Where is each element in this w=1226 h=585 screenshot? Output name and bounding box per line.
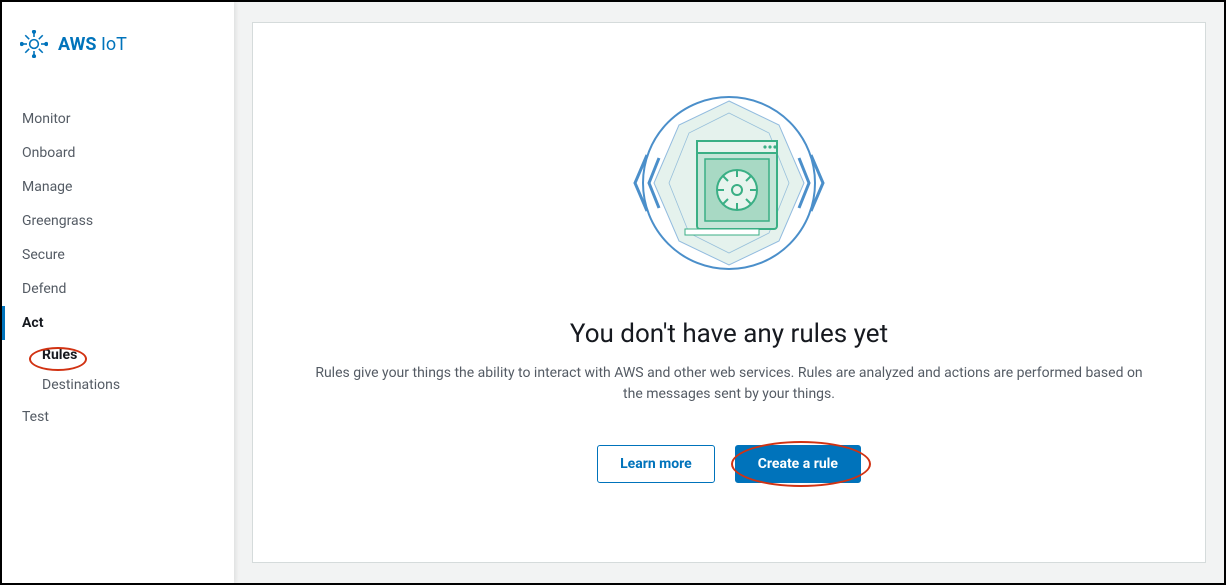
nav-item-onboard[interactable]: Onboard — [2, 136, 234, 170]
sidebar-nav: Monitor Onboard Manage Greengrass Secure… — [2, 82, 234, 434]
aws-iot-icon — [20, 30, 48, 58]
empty-state-title: You don't have any rules yet — [570, 319, 888, 349]
nav-item-manage[interactable]: Manage — [2, 170, 234, 204]
nav-item-test[interactable]: Test — [2, 400, 234, 434]
sidebar: AWS IoT Monitor Onboard Manage Greengras… — [2, 2, 234, 583]
nav-subitem-destinations[interactable]: Destinations — [2, 370, 234, 400]
sidebar-header: AWS IoT — [2, 2, 234, 82]
sidebar-title: AWS IoT — [58, 34, 127, 55]
learn-more-button[interactable]: Learn more — [597, 445, 715, 483]
nav-item-defend[interactable]: Defend — [2, 272, 234, 306]
nav-subitem-rules[interactable]: Rules — [2, 340, 234, 370]
nav-item-greengrass[interactable]: Greengrass — [2, 204, 234, 238]
nav-item-secure[interactable]: Secure — [2, 238, 234, 272]
nav-item-act[interactable]: Act — [2, 306, 234, 340]
main-content: You don't have any rules yet Rules give … — [234, 2, 1224, 583]
create-rule-button[interactable]: Create a rule — [735, 445, 861, 483]
empty-state-description: Rules give your things the ability to in… — [309, 363, 1149, 405]
button-row: Learn more Create a rule — [597, 445, 861, 483]
empty-state-card: You don't have any rules yet Rules give … — [252, 22, 1206, 563]
nav-item-monitor[interactable]: Monitor — [2, 102, 234, 136]
rules-illustration-icon — [619, 83, 839, 283]
